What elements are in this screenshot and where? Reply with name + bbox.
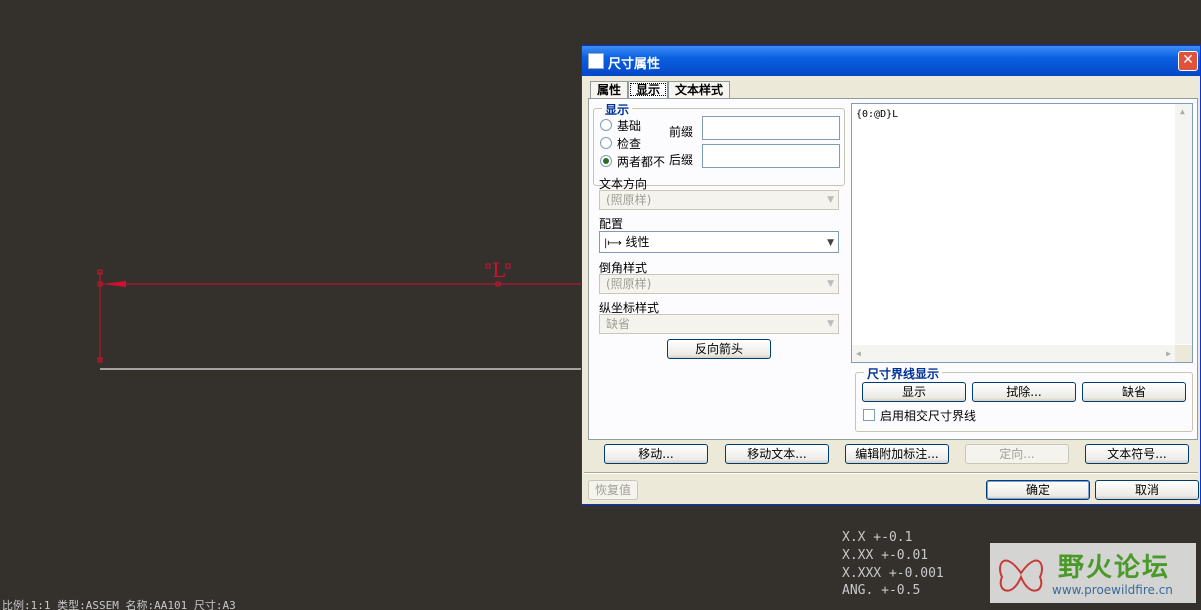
text-direction-value: (照原样) <box>606 193 652 207</box>
text-handle-left <box>485 263 491 269</box>
display-group-title: 显示 <box>602 101 633 118</box>
chevron-down-icon: ▼ <box>827 319 834 329</box>
chevron-down-icon: ▼ <box>827 279 834 289</box>
chevron-down-icon: ▼ <box>827 238 834 248</box>
move-text-button[interactable]: 移动文本... <box>725 444 829 464</box>
watermark-url: www.proewildfire.cn <box>1052 583 1173 597</box>
tab-display[interactable]: 显示 <box>628 81 668 98</box>
tolerance-row: X.XXX +-0.001 <box>842 566 944 581</box>
scroll-right-icon[interactable]: ▶ <box>1166 349 1171 358</box>
tab-properties[interactable]: 属性 <box>590 81 628 98</box>
linear-dimension-icon: |⟼ <box>604 238 622 249</box>
show-witness-button[interactable]: 显示 <box>862 382 966 402</box>
orient-button: 定向... <box>965 444 1069 464</box>
intersect-witness-label: 启用相交尺寸界线 <box>880 409 977 423</box>
prefix-input[interactable] <box>702 116 840 140</box>
butterfly-logo-icon <box>999 559 1043 592</box>
ok-button[interactable]: 确定 <box>986 480 1090 500</box>
restore-values-button: 恢复值 <box>588 480 638 500</box>
edit-attach-note-button[interactable]: 编辑附加标注... <box>845 444 949 464</box>
ordinate-style-value: 缺省 <box>606 317 631 331</box>
tolerance-row: X.X +-0.1 <box>842 530 912 545</box>
watermark: 野火论坛 www.proewildfire.cn <box>990 543 1196 603</box>
dialog-title: 尺寸属性 <box>608 57 661 72</box>
title-block-text: 比例:1:1 类型:ASSEM 名称:AA101 尺寸:A3 <box>2 598 236 610</box>
cancel-button[interactable]: 取消 <box>1095 480 1199 500</box>
scroll-up-icon[interactable]: ▲ <box>1180 107 1185 116</box>
witness-line-title: 尺寸界线显示 <box>864 365 943 382</box>
text-direction-select: (照原样) ▼ <box>599 190 839 210</box>
radio-inspect[interactable] <box>600 137 612 149</box>
chamfer-style-select: (照原样) ▼ <box>599 274 839 294</box>
erase-witness-button[interactable]: 拭除... <box>972 382 1076 402</box>
dimension-text-value: {0:@D}L <box>856 109 899 120</box>
horizontal-scrollbar[interactable]: ◀ ▶ <box>852 345 1175 362</box>
dimension-text-editor[interactable]: {0:@D}L ▲ ◀ ▶ <box>851 103 1193 363</box>
window-icon <box>588 53 604 69</box>
prefix-label: 前缀 <box>669 125 694 139</box>
tolerance-row: X.XX +-0.01 <box>842 548 928 563</box>
vertical-scrollbar[interactable]: ▲ <box>1175 104 1192 344</box>
radio-neither-label: 两者都不 <box>617 155 666 169</box>
dimension-text: L <box>492 258 505 282</box>
config-select[interactable]: |⟼ 线性 ▼ <box>599 231 839 253</box>
title-bar[interactable]: 尺寸属性 ✕ <box>582 46 1200 76</box>
tolerance-row: ANG. +-0.5 <box>842 583 920 598</box>
radio-basic[interactable] <box>600 119 612 131</box>
text-symbol-button[interactable]: 文本符号... <box>1085 444 1189 464</box>
suffix-input[interactable] <box>702 144 840 168</box>
radio-inspect-label: 检查 <box>617 137 642 151</box>
suffix-label: 后缀 <box>669 153 694 167</box>
reverse-arrow-button[interactable]: 反向箭头 <box>667 339 771 359</box>
default-witness-button[interactable]: 缺省 <box>1082 382 1186 402</box>
config-label: 配置 <box>599 217 624 231</box>
scroll-corner <box>1175 345 1192 362</box>
chamfer-style-value: (照原样) <box>606 277 652 291</box>
ordinate-style-select: 缺省 ▼ <box>599 314 839 334</box>
dimension-properties-dialog: 尺寸属性 ✕ 属性 显示 文本样式 显示 基础 检查 两者都不 前缀 后缀 文本… <box>581 45 1201 505</box>
tab-text-style[interactable]: 文本样式 <box>668 81 730 98</box>
close-button[interactable]: ✕ <box>1178 51 1198 71</box>
footer-divider <box>584 472 1198 474</box>
config-value: 线性 <box>625 235 650 249</box>
intersect-witness-checkbox[interactable] <box>863 409 875 421</box>
move-button[interactable]: 移动... <box>604 444 708 464</box>
scroll-left-icon[interactable]: ◀ <box>856 349 861 358</box>
watermark-title: 野火论坛 <box>1058 553 1171 583</box>
text-handle-right <box>505 263 511 269</box>
display-tab-panel: 显示 基础 检查 两者都不 前缀 后缀 文本方向 (照原样) ▼ 配置 |⟼ 线… <box>588 98 1198 440</box>
radio-basic-label: 基础 <box>617 119 642 133</box>
dimension-arrow <box>102 281 126 287</box>
chevron-down-icon: ▼ <box>827 195 834 205</box>
radio-neither[interactable] <box>600 155 612 167</box>
